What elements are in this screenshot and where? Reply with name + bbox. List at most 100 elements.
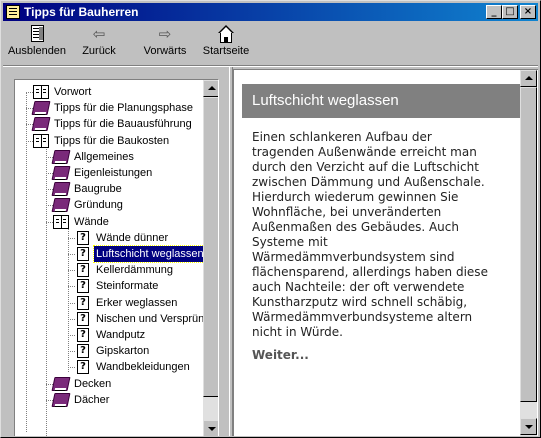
topic-body-line: auch Nachteile: der oft verwendete — [252, 280, 465, 294]
topic-body-line: Außenmaßen des Gebäudes. Auch — [252, 220, 459, 234]
tree-connector — [46, 221, 53, 223]
tree-connector — [26, 92, 27, 432]
window-title: Tipps für Bauherren — [24, 5, 139, 19]
tree-connector — [68, 222, 69, 372]
topic-body-line: durch den Verzicht auf die Luftschicht — [252, 160, 479, 174]
topic-body-line: Hierdurch wiederum gewinnen Sie — [252, 190, 459, 204]
topic-body-line: Systeme mit — [252, 235, 328, 249]
tree-item-label: Vorwort — [54, 86, 92, 98]
book-open-icon — [33, 133, 49, 148]
minimize-button[interactable]: _ — [486, 5, 502, 19]
topic-body-line: flächensparend, allerdings haben diese — [252, 265, 488, 279]
hide-pane-icon — [27, 25, 47, 43]
tree-connector — [68, 335, 75, 336]
topic-body-line: Einen schlankeren Aufbau der — [252, 130, 432, 144]
navigation-pane: Vorwort Tipps für die Planungsphase Tipps … — [4, 69, 229, 436]
topic-title: Luftschicht weglassen — [242, 84, 520, 118]
tree-connector — [68, 254, 75, 255]
tree-connector — [68, 286, 75, 288]
tree-item-label: Baugrube — [74, 183, 122, 196]
tree-connector — [68, 318, 75, 320]
contents-tree[interactable]: Vorwort Tipps für die Planungsphase Tipps … — [15, 80, 203, 436]
tree-item-label: Allgemeines — [74, 150, 134, 163]
topic-body-line: Kunstharzputz wird schnell schäbig, — [252, 295, 468, 309]
book-closed-icon — [51, 149, 71, 164]
book-closed-icon — [51, 166, 71, 180]
back-button[interactable]: ⇦ Zurück — [75, 25, 123, 63]
home-button[interactable]: Startseite — [199, 25, 253, 63]
book-closed-icon — [51, 392, 71, 407]
help-page-icon: ? — [77, 344, 89, 359]
scroll-up-button[interactable] — [203, 80, 218, 97]
tree-connector — [26, 140, 33, 142]
topic-scrollbar[interactable] — [520, 70, 537, 436]
help-page-icon: ? — [77, 263, 89, 278]
tree-item-label: Wände dünner — [96, 231, 169, 244]
help-page-icon: ? — [77, 311, 89, 326]
tree-item-label: Wände — [74, 215, 109, 228]
scroll-thumb[interactable] — [203, 97, 218, 397]
topic-body-line: zwischen Dämmung und Außenschale. — [252, 175, 485, 189]
tree-item-label: Erker weglassen — [96, 296, 178, 309]
help-page-icon: ? — [77, 279, 89, 294]
book-closed-icon — [51, 182, 71, 197]
tree-connector — [68, 302, 75, 304]
help-page-icon: ? — [77, 328, 89, 342]
topic-body-line: Wohnfläche, bei unveränderten — [252, 205, 442, 219]
topic-body-line: Wärmedämmverbundsysteme altern — [252, 310, 473, 324]
tree-item-label: Gründung — [74, 199, 123, 212]
home-label: Startseite — [202, 45, 250, 57]
tree-connector — [68, 270, 75, 272]
tree-item-label: Kellerdämmung — [96, 264, 174, 277]
help-window: Tipps für Bauherren _ □ × Ausblenden ⇦ Z… — [0, 0, 541, 438]
topic-scroll-down-button[interactable] — [520, 418, 537, 435]
help-page-icon: ? — [77, 230, 89, 245]
hide-button[interactable]: Ausblenden — [5, 25, 69, 63]
help-page-icon: ? — [77, 247, 89, 261]
book-closed-icon — [51, 376, 71, 391]
tree-connector — [46, 140, 47, 436]
tree-connector — [68, 237, 75, 239]
arrow-left-icon: ⇦ — [92, 25, 106, 43]
toolbar-divider — [3, 65, 538, 67]
book-closed-icon — [31, 101, 51, 116]
scroll-down-button[interactable] — [203, 420, 218, 436]
toolbar: Ausblenden ⇦ Zurück ⇨ Vorwärts Startseit… — [3, 23, 538, 65]
tree-item-label: Decken — [74, 377, 112, 390]
book-open-icon — [53, 214, 69, 229]
topic-scroll-thumb[interactable] — [520, 87, 537, 402]
hide-label: Ausblenden — [7, 45, 67, 57]
topic-body-line: nicht in Würde. — [252, 325, 343, 339]
topic-body-line: Wärmedämmverbundsystem sind — [252, 250, 455, 264]
help-page-icon: ? — [77, 295, 89, 310]
tree-item-label: Nischen und Versprünge — [96, 312, 203, 325]
tree-item-label: Steinformate — [96, 280, 159, 293]
help-page-icon: ? — [77, 360, 89, 375]
forward-label: Vorwärts — [143, 45, 187, 57]
tree-connector — [68, 351, 75, 353]
maximize-button[interactable]: □ — [502, 5, 518, 19]
book-open-icon — [33, 85, 49, 99]
home-icon — [216, 25, 236, 43]
title-bar[interactable]: Tipps für Bauherren _ □ × — [3, 3, 538, 21]
topic-body-line: tragenden Außenwände erreicht man — [252, 145, 477, 159]
topic-scroll-up-button[interactable] — [520, 70, 537, 87]
tree-item-label: Tipps für die Planungsphase — [54, 102, 194, 115]
help-book-icon[interactable] — [6, 5, 20, 19]
tree-item-label: Wandbekleidungen — [96, 361, 190, 374]
topic-content: Luftschicht weglassen Einen schlankeren … — [234, 70, 520, 436]
back-label: Zurück — [82, 45, 116, 57]
topic-pane: Luftschicht weglassen Einen schlankeren … — [233, 69, 538, 436]
book-closed-icon — [51, 198, 71, 213]
forward-button[interactable]: ⇨ Vorwärts — [135, 25, 195, 63]
arrow-right-icon: ⇨ — [158, 25, 172, 43]
tree-item-label: Gipskarton — [96, 345, 150, 358]
tree-item-label: Luftschicht weglassen — [93, 245, 203, 263]
more-link[interactable]: Weiter... — [252, 348, 309, 362]
close-button[interactable]: × — [520, 5, 536, 19]
tree-item-label: Wandputz — [96, 329, 146, 341]
tree-connector — [26, 92, 33, 93]
tree-item-label: Tipps für die Bauausführung — [54, 118, 192, 131]
tree-scrollbar[interactable] — [203, 80, 218, 436]
tree-connector — [68, 367, 75, 369]
